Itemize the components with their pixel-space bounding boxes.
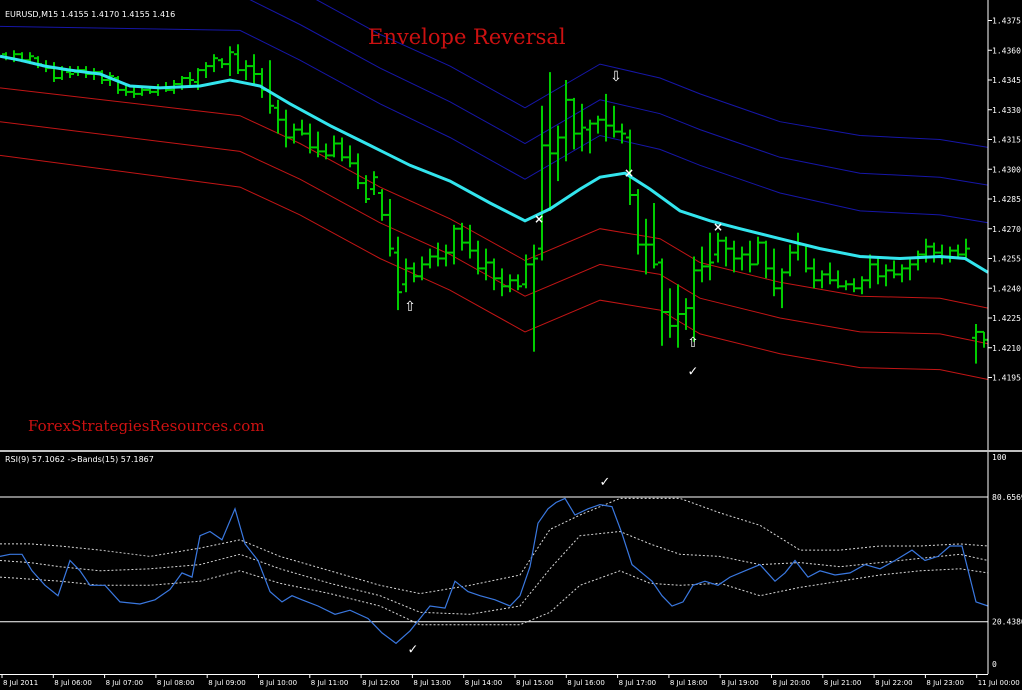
price-tick-label: 1.4270 bbox=[992, 225, 1021, 234]
time-tick-label: 8 Jul 22:00 bbox=[875, 679, 913, 687]
time-tick-label: 8 Jul 20:00 bbox=[773, 679, 811, 687]
rsi-header: RSI(9) 57.1062 ->Bands(15) 57.1867 bbox=[5, 455, 154, 464]
chart-window[interactable]: ⇧ ⇩ ⇧ × × × ✓ 1.4375 1.4360 1.4345 1.4330 1.4315 1.… bbox=[0, 0, 1022, 690]
price-tick-label: 1.4255 bbox=[992, 255, 1021, 264]
rsi-tick-label: 100 bbox=[992, 453, 1007, 462]
rsi-tick-label: 80.6569 bbox=[992, 493, 1022, 502]
time-tick-label: 8 Jul 16:00 bbox=[567, 679, 605, 687]
time-tick-label: 8 Jul 06:00 bbox=[54, 679, 92, 687]
price-tick-label: 1.4225 bbox=[992, 314, 1021, 323]
time-tick-label: 11 Jul 00:00 bbox=[978, 679, 1020, 687]
down-arrow-icon: ⇩ bbox=[610, 69, 622, 85]
price-chart-pane[interactable]: ⇧ ⇩ ⇧ × × × ✓ 1.4375 1.4360 1.4345 1.4330 1.4315 1.… bbox=[0, 0, 1022, 450]
check-mark-icon: ✓ bbox=[688, 365, 699, 380]
up-arrow-icon: ⇧ bbox=[687, 335, 699, 351]
time-tick-label: 8 Jul 11:00 bbox=[311, 679, 349, 687]
time-tick-label: 8 Jul 10:00 bbox=[260, 679, 298, 687]
check-mark-icon: ✓ bbox=[408, 643, 419, 658]
time-tick-label: 8 Jul 07:00 bbox=[106, 679, 144, 687]
rsi-tick-label: 20.4380 bbox=[992, 618, 1022, 627]
time-axis: 8 Jul 2011 8 Jul 06:00 8 Jul 07:00 8 Jul 08… bbox=[0, 674, 1022, 690]
price-tick-label: 1.4330 bbox=[992, 106, 1021, 115]
symbol-header: EURUSD,M15 1.4155 1.4170 1.4155 1.416 bbox=[5, 10, 175, 19]
price-tick-label: 1.4300 bbox=[992, 165, 1021, 174]
watermark-text: ForexStrategiesResources.com bbox=[28, 417, 265, 435]
time-tick-label: 8 Jul 14:00 bbox=[465, 679, 503, 687]
cross-marker-icon: × bbox=[624, 166, 634, 180]
price-tick-label: 1.4210 bbox=[992, 344, 1021, 353]
rsi-tick-label: 0 bbox=[992, 660, 997, 669]
price-tick-label: 1.4240 bbox=[992, 284, 1021, 293]
time-tick-label: 8 Jul 12:00 bbox=[362, 679, 400, 687]
time-tick-label: 8 Jul 17:00 bbox=[619, 679, 657, 687]
time-tick-label: 8 Jul 08:00 bbox=[157, 679, 195, 687]
rsi-pane[interactable]: ✓ ✓ 100 80.6569 20.4380 0 RSI(9) 57.1062 ->B… bbox=[0, 452, 1022, 674]
price-tick-label: 1.4375 bbox=[992, 17, 1021, 26]
price-tick-label: 1.4285 bbox=[992, 195, 1021, 204]
time-tick-label: 8 Jul 18:00 bbox=[670, 679, 708, 687]
up-arrow-icon: ⇧ bbox=[404, 299, 416, 315]
time-tick-label: 8 Jul 15:00 bbox=[516, 679, 554, 687]
chart-title: Envelope Reversal bbox=[368, 25, 566, 49]
cross-marker-icon: × bbox=[534, 212, 544, 226]
time-tick-label: 8 Jul 21:00 bbox=[824, 679, 862, 687]
time-tick-label: 8 Jul 13:00 bbox=[413, 679, 451, 687]
price-tick-label: 1.4345 bbox=[992, 76, 1021, 85]
cross-marker-icon: × bbox=[713, 220, 723, 234]
price-tick-label: 1.4315 bbox=[992, 136, 1021, 145]
price-tick-label: 1.4195 bbox=[992, 374, 1021, 383]
time-tick-label: 8 Jul 09:00 bbox=[208, 679, 246, 687]
time-tick-label: 8 Jul 23:00 bbox=[926, 679, 964, 687]
time-tick-label: 8 Jul 2011 bbox=[3, 679, 38, 687]
price-chart-background bbox=[0, 0, 1022, 450]
price-tick-label: 1.4360 bbox=[992, 46, 1021, 55]
check-mark-icon: ✓ bbox=[600, 475, 611, 490]
rsi-background bbox=[0, 452, 1022, 674]
time-tick-label: 8 Jul 19:00 bbox=[721, 679, 759, 687]
